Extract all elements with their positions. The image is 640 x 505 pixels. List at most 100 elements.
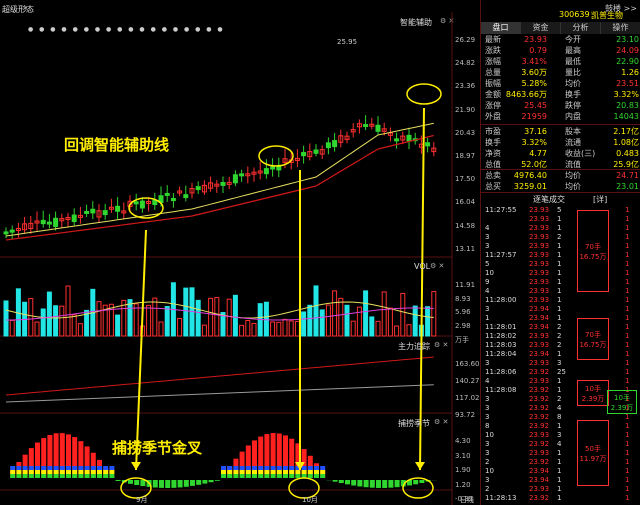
volume-bar	[350, 320, 356, 337]
capture-bar	[28, 474, 34, 478]
capture-bar	[84, 466, 90, 470]
capture-bar	[35, 470, 40, 474]
capture-bar	[382, 480, 388, 488]
capture-bar	[376, 480, 381, 488]
arrow-head	[415, 462, 425, 470]
capture-bar	[264, 474, 270, 478]
volume-bar	[307, 304, 313, 337]
capture-bar	[239, 470, 245, 474]
annotation-assist-line: 回调智能辅助线	[64, 136, 170, 154]
candle-body	[363, 124, 369, 128]
quote-cell: 外盘	[485, 112, 501, 121]
capture-bar	[171, 480, 177, 488]
quote-cell: 0.483	[616, 149, 639, 158]
flow-y-tick: 163.60	[455, 360, 480, 368]
quote-cell: 总买	[485, 182, 501, 191]
volume-bar	[226, 298, 232, 337]
capture-bar	[53, 474, 59, 478]
volume-bar	[183, 287, 189, 337]
quote-cell: 内盘	[565, 112, 581, 121]
gear-icon[interactable]: ⚙ ✕	[434, 418, 448, 426]
main-y-tick: 24.82	[455, 59, 476, 68]
capture-y-tick: 1.90	[455, 466, 471, 474]
tab-caozuo[interactable]: 操作	[601, 22, 640, 34]
quote-row: 总卖 4976.40 均价 24.71	[485, 170, 639, 181]
capture-indicator-title[interactable]: 捕捞季节	[398, 418, 430, 429]
candle-body	[84, 210, 90, 214]
quote-cell: 3259.01	[513, 182, 547, 191]
quote-cell: 均价	[565, 171, 581, 180]
block-trade-box: 70手 16.75万	[577, 318, 609, 360]
gear-icon[interactable]: ⚙ ✕	[434, 341, 448, 349]
capture-bar	[258, 474, 264, 478]
quote-cell: 23.10	[616, 35, 639, 44]
capture-bar	[97, 466, 102, 470]
capture-bar	[314, 474, 319, 478]
quote-cell: 4.77	[529, 149, 547, 158]
capture-bar	[16, 466, 22, 470]
capture-bar	[97, 474, 102, 478]
period-label[interactable]: 日线	[460, 495, 474, 505]
candle-body	[164, 192, 170, 196]
candle-body	[170, 198, 176, 202]
quote-cell: 24.09	[616, 46, 639, 55]
capture-bar	[16, 470, 22, 474]
ticks-title: 逐笔成交	[533, 195, 565, 204]
capture-bar	[53, 466, 59, 470]
x-tick-oct: 10月	[302, 496, 318, 504]
candle-body	[3, 231, 9, 235]
capture-bar	[103, 470, 109, 474]
quote-cell: 14043	[613, 112, 639, 121]
capture-bar	[72, 470, 78, 474]
tab-fenxi[interactable]: 分析	[561, 22, 601, 34]
quote-cell: 3.32%	[521, 138, 547, 147]
quote-cell: 市盈	[485, 127, 501, 136]
gear-icon[interactable]: ⚙ ✕	[430, 262, 444, 270]
quote-cell: 今开	[565, 35, 581, 44]
capture-bar	[295, 474, 301, 478]
capture-bar	[22, 470, 28, 474]
tab-pankou[interactable]: 盘口	[481, 22, 521, 34]
capture-bar	[109, 474, 115, 478]
capture-bar	[72, 466, 78, 470]
tab-zijin[interactable]: 资金	[521, 22, 561, 34]
quote-cell: 23.93	[524, 35, 547, 44]
quote-cell: 量比	[565, 68, 581, 77]
highlight-ellipse	[406, 83, 442, 105]
vol-indicator-title[interactable]: VOL	[414, 262, 430, 271]
volume-bar	[301, 311, 307, 337]
vol-y-tick: 万手	[455, 336, 469, 344]
capture-bar	[202, 480, 208, 484]
candle-body	[53, 217, 59, 227]
capture-bar	[388, 480, 394, 488]
quote-cell: 收益(三)	[565, 149, 596, 158]
volume-bar	[3, 300, 9, 337]
block-trade-box: 10手 2.39万	[607, 390, 637, 414]
capture-bar	[78, 474, 84, 478]
capture-bar	[140, 480, 146, 487]
vol-y-tick: 11.91	[455, 281, 476, 289]
quote-row: 换手 3.32% 流通 1.08亿	[485, 137, 639, 148]
capture-bar	[10, 466, 16, 470]
quote-cell: 4976.40	[513, 171, 547, 180]
candle-body	[394, 138, 400, 142]
volume-bar	[313, 285, 319, 337]
volume-bar	[319, 309, 325, 337]
capture-bar	[357, 480, 363, 487]
capture-bar	[22, 474, 28, 478]
kline-chart-area[interactable]: 超级形态 ▾ 智能辅助 ⚙ ✕ ● ● ● ● ● ● ● ● ● ● ● ● …	[0, 0, 480, 505]
capture-bar	[134, 480, 140, 486]
quote-cell: 涨幅	[485, 57, 501, 66]
volume-bar	[294, 320, 300, 337]
capture-bar	[239, 474, 245, 478]
volume-bar	[152, 297, 158, 337]
capture-bar	[283, 474, 288, 478]
quote-panel: 鼓楼 >> 300639 凯普生物 盘口 资金 分析 操作 最新 23.93 今开 2…	[480, 0, 640, 505]
ticks-detail-button[interactable]: [详]	[593, 194, 607, 205]
candle-body	[46, 221, 52, 225]
capture-y-tick: 3.10	[455, 451, 471, 460]
volume-bar	[338, 297, 344, 337]
flow-indicator-title[interactable]: 主力追踪	[398, 341, 430, 352]
candle-body	[102, 210, 108, 216]
candle-body	[263, 168, 269, 175]
